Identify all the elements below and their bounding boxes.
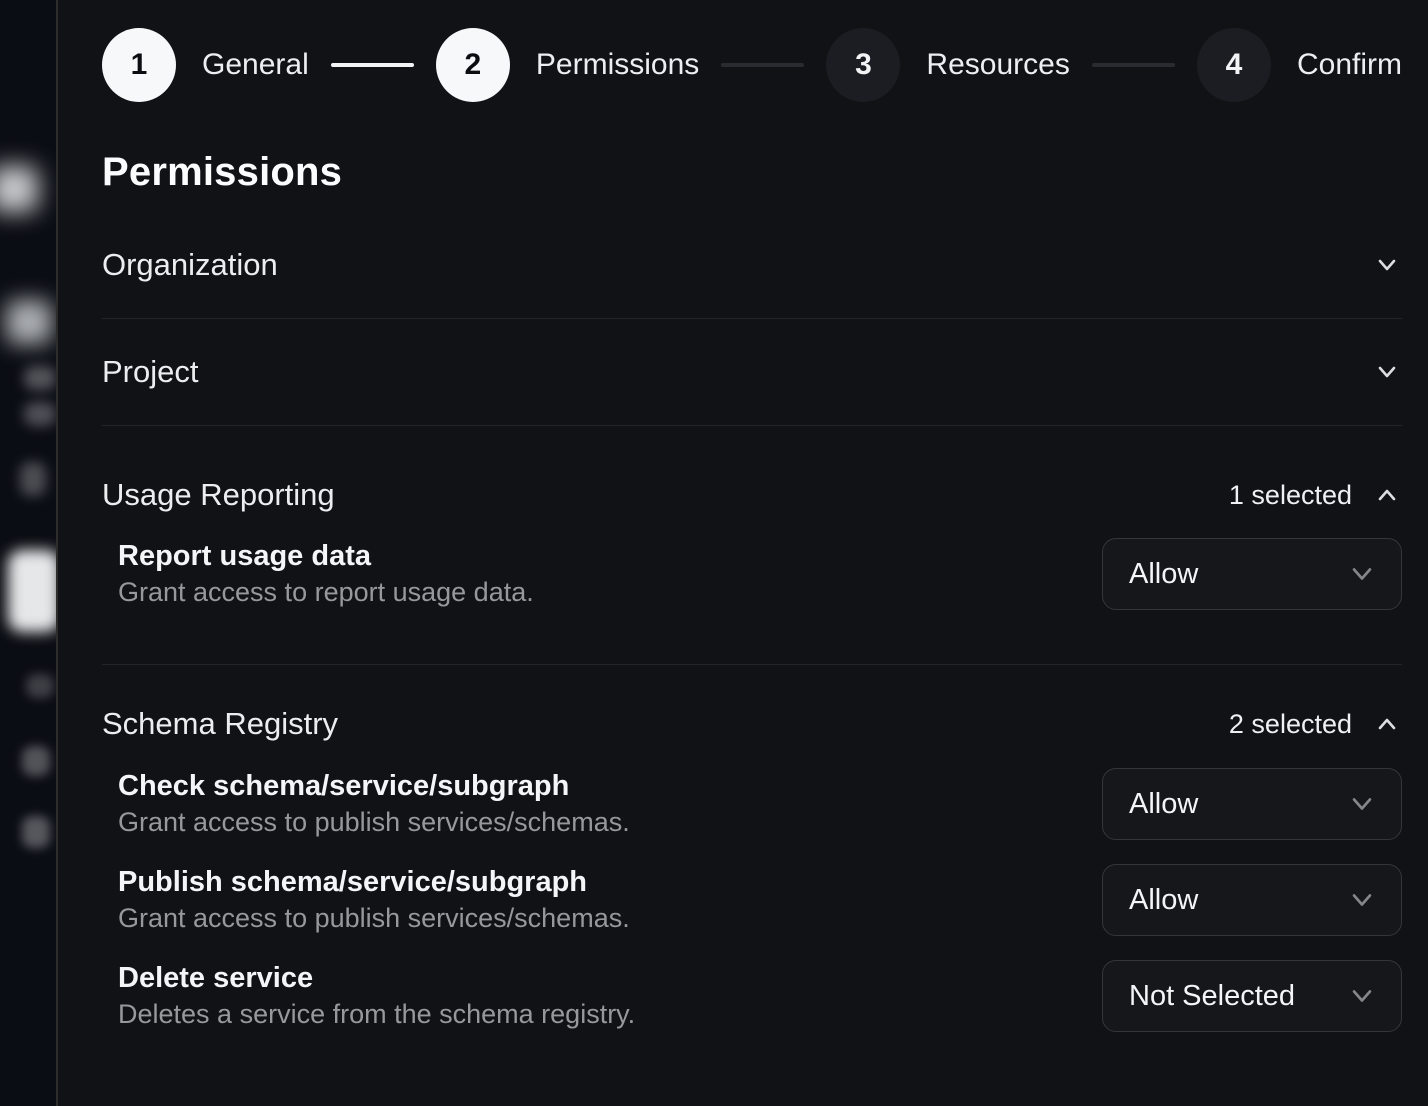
section-header-usage-reporting[interactable]: Usage Reporting 1 selected	[102, 426, 1402, 538]
select-value: Allow	[1129, 884, 1198, 917]
section-schema-registry: Schema Registry 2 selected Check schema/…	[102, 665, 1402, 1062]
blurred-sidebar-item	[22, 816, 50, 848]
section-header-organization[interactable]: Organization	[102, 212, 1402, 318]
permission-select-publish-schema[interactable]: Allow	[1102, 864, 1402, 936]
permission-title: Report usage data	[118, 539, 534, 574]
permission-description: Grant access to publish services/schemas…	[118, 806, 630, 839]
section-organization: Organization	[102, 212, 1402, 319]
selected-count-badge: 2 selected	[1229, 709, 1352, 740]
section-header-project[interactable]: Project	[102, 319, 1402, 425]
permission-title: Check schema/service/subgraph	[118, 769, 630, 804]
chevron-down-icon	[1345, 787, 1379, 821]
permission-row-publish-schema: Publish schema/service/subgraph Grant ac…	[102, 864, 1402, 936]
blurred-sidebar-item	[24, 402, 56, 426]
selected-count-badge: 1 selected	[1229, 480, 1352, 511]
select-value: Not Selected	[1129, 980, 1295, 1013]
step-confirm[interactable]: 4 Confirm	[1197, 28, 1402, 102]
stepper-connector	[331, 63, 414, 67]
blurred-sidebar-item	[0, 166, 38, 212]
select-value: Allow	[1129, 788, 1198, 821]
page-title: Permissions	[102, 148, 1402, 196]
section-header-schema-registry[interactable]: Schema Registry 2 selected	[102, 665, 1402, 767]
permission-row-delete-service: Delete service Deletes a service from th…	[102, 960, 1402, 1032]
section-title: Schema Registry	[102, 705, 338, 743]
step-number-badge: 4	[1197, 28, 1271, 102]
permission-description: Grant access to report usage data.	[118, 576, 534, 609]
step-resources[interactable]: 3 Resources	[826, 28, 1069, 102]
section-project: Project	[102, 319, 1402, 426]
permission-sections: Organization Project Usage Reporting 1 s…	[102, 212, 1402, 1062]
step-label: Confirm	[1297, 48, 1402, 82]
step-number-badge: 2	[436, 28, 510, 102]
section-title: Project	[102, 353, 198, 391]
permission-select-check-schema[interactable]: Allow	[1102, 768, 1402, 840]
blurred-sidebar-item	[26, 674, 54, 698]
create-token-wizard-panel: 1 General 2 Permissions 3 Resources 4 Co…	[56, 0, 1428, 1106]
wizard-stepper: 1 General 2 Permissions 3 Resources 4 Co…	[102, 28, 1402, 102]
section-title: Usage Reporting	[102, 476, 335, 514]
blurred-sidebar-item	[22, 746, 50, 776]
chevron-up-icon	[1372, 709, 1402, 739]
permission-row-check-schema: Check schema/service/subgraph Grant acce…	[102, 768, 1402, 840]
blurred-sidebar-item	[6, 300, 52, 344]
blurred-sidebar-card	[8, 550, 56, 632]
step-general[interactable]: 1 General	[102, 28, 309, 102]
stepper-connector	[721, 63, 804, 67]
chevron-down-icon	[1372, 250, 1402, 280]
permission-row-report-usage-data: Report usage data Grant access to report…	[102, 538, 1402, 610]
permission-select-delete-service[interactable]: Not Selected	[1102, 960, 1402, 1032]
permission-description: Deletes a service from the schema regist…	[118, 998, 635, 1031]
permission-rows: Report usage data Grant access to report…	[102, 538, 1402, 664]
step-label: Resources	[926, 48, 1069, 82]
stepper-connector	[1092, 63, 1175, 67]
background-sidebar	[0, 0, 56, 1106]
select-value: Allow	[1129, 558, 1198, 591]
chevron-down-icon	[1372, 357, 1402, 387]
section-title: Organization	[102, 246, 278, 284]
permission-title: Publish schema/service/subgraph	[118, 865, 630, 900]
chevron-down-icon	[1345, 883, 1379, 917]
step-label: Permissions	[536, 48, 699, 82]
permission-description: Grant access to publish services/schemas…	[118, 902, 630, 935]
permission-title: Delete service	[118, 961, 635, 996]
chevron-down-icon	[1345, 557, 1379, 591]
step-number-badge: 1	[102, 28, 176, 102]
section-usage-reporting: Usage Reporting 1 selected Report usage …	[102, 426, 1402, 665]
step-permissions[interactable]: 2 Permissions	[436, 28, 699, 102]
permission-rows: Check schema/service/subgraph Grant acce…	[102, 767, 1402, 1062]
blurred-sidebar-icon	[20, 462, 46, 496]
permission-select-report-usage-data[interactable]: Allow	[1102, 538, 1402, 610]
step-number-badge: 3	[826, 28, 900, 102]
chevron-down-icon	[1345, 979, 1379, 1013]
chevron-up-icon	[1372, 480, 1402, 510]
step-label: General	[202, 48, 309, 82]
blurred-sidebar-item	[24, 366, 56, 390]
